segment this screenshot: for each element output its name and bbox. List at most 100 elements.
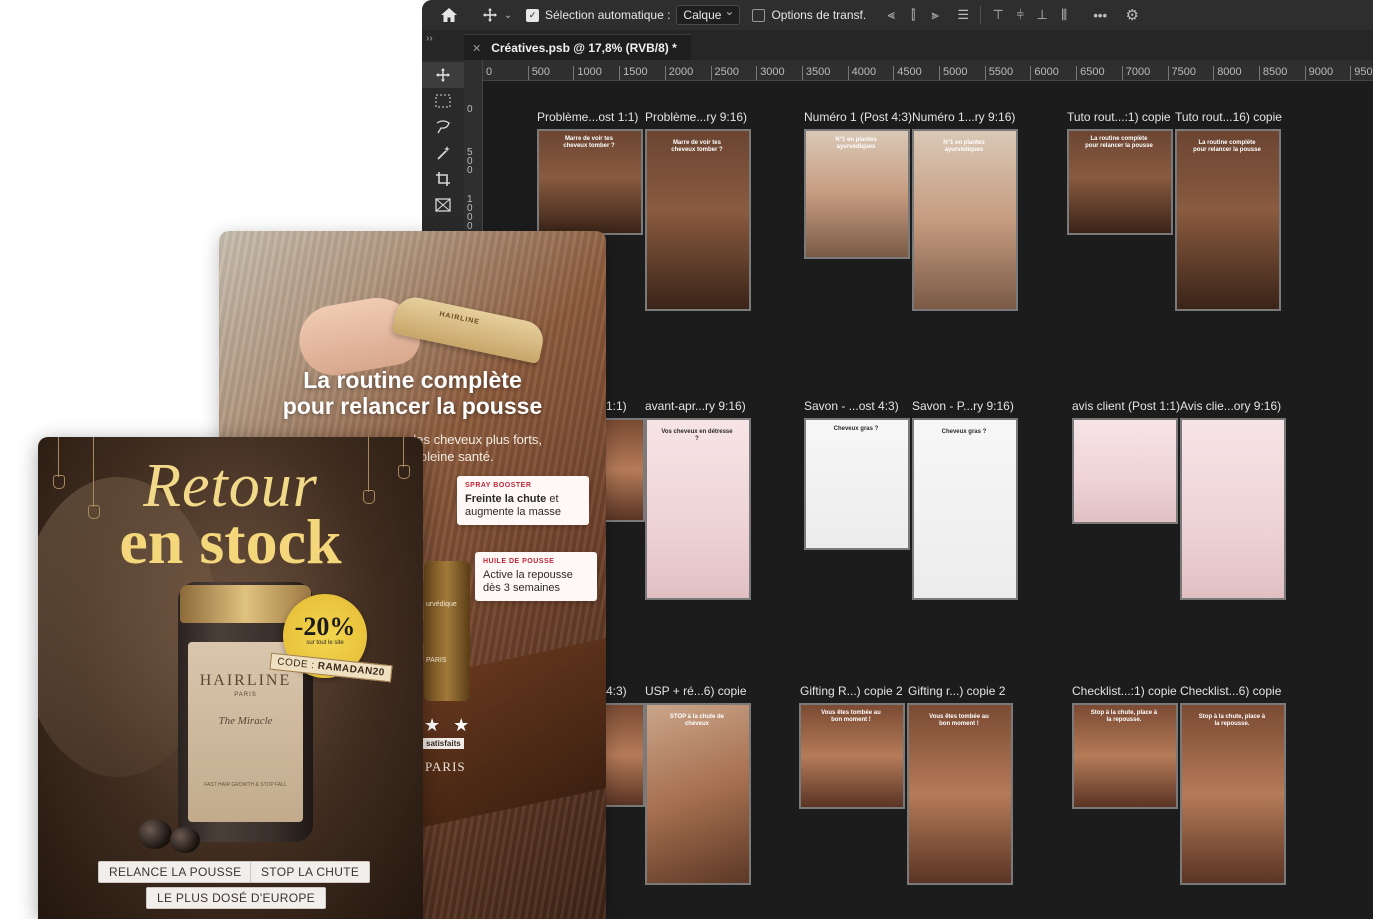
align-bottom-icon[interactable]: ⊥ — [1031, 7, 1053, 23]
artboard-headline: Stop à la chute, place à la repousse. — [1198, 713, 1266, 727]
artboard-thumbnail[interactable] — [1072, 418, 1178, 524]
artboard-thumbnail[interactable]: La routine complète pour relancer la pou… — [1067, 129, 1173, 235]
artboard-thumbnail[interactable] — [603, 703, 645, 807]
artboard-label[interactable]: Numéro 1 (Post 4:3) — [804, 110, 912, 124]
align-top-icon[interactable]: ⊤ — [987, 7, 1009, 23]
ruler-tick: 8500 — [1258, 66, 1287, 80]
artboard-thumbnail[interactable]: Vous êtes tombée au bon moment ! — [907, 703, 1013, 885]
close-icon[interactable]: ✕ — [472, 42, 481, 55]
spray-booster-kicker: SPRAY BOOSTER — [465, 482, 532, 489]
artboard-thumbnail[interactable]: N°1 en plantes ayurvédiques — [912, 129, 1018, 311]
artboard-label[interactable]: Savon - ...ost 4:3) — [804, 399, 899, 413]
artboard-label-partial[interactable]: 4:3) — [606, 684, 627, 698]
jar-city: PARIS — [234, 692, 257, 698]
artboard-thumbnail[interactable] — [1180, 418, 1286, 600]
move-tool[interactable] — [422, 62, 464, 88]
options-bar: ⌄ ✓ Sélection automatique : Calque Optio… — [422, 0, 1373, 30]
artboard-thumbnail[interactable]: Stop à la chute, place à la repousse. — [1072, 703, 1178, 809]
artboard-thumbnail[interactable] — [603, 418, 645, 522]
frame-tool[interactable] — [422, 192, 464, 218]
ruler-tick: 0 — [467, 104, 473, 115]
artboard-label[interactable]: Checklist...6) copie — [1180, 684, 1281, 698]
distribute-v-icon[interactable]: ⫼ — [1053, 7, 1075, 23]
ruler-tick: 2000 — [664, 66, 693, 80]
move-tool-preset[interactable]: ⌄ — [476, 0, 518, 30]
artboard-label[interactable]: Problème...ost 1:1) — [537, 110, 638, 124]
gear-icon[interactable]: ⚙ — [1121, 6, 1143, 24]
artboard-label[interactable]: Savon - P...ry 9:16) — [912, 399, 1014, 413]
ruler-tick: 8000 — [1213, 66, 1242, 80]
artboard-label[interactable]: Tuto rout...16) copie — [1175, 110, 1282, 124]
artboard-label[interactable]: Problème...ry 9:16) — [645, 110, 747, 124]
artboard-headline: N°1 en plantes ayurvédiques — [943, 139, 985, 153]
artboard-label[interactable]: Avis clie...ory 9:16) — [1180, 399, 1281, 413]
ruler-tick: 7500 — [1167, 66, 1196, 80]
artboard-thumbnail[interactable]: Vous êtes tombée au bon moment ! — [799, 703, 905, 809]
artboard-thumbnail[interactable]: La routine complète pour relancer la pou… — [1175, 129, 1281, 311]
artboard-thumbnail[interactable]: N°1 en plantes ayurvédiques — [804, 129, 910, 259]
artboard-headline: Vous êtes tombée au bon moment ! — [821, 710, 881, 724]
artboard-label[interactable]: Tuto rout...:1) copie — [1067, 110, 1171, 124]
artboard-label[interactable]: USP + ré...6) copie — [645, 684, 747, 698]
distribute-h-icon[interactable]: ☰ — [952, 7, 974, 23]
routine-subtitle: des cheveux plus forts, n pleine santé. — [409, 431, 599, 465]
artboard-thumbnail[interactable]: STOP à la chute de cheveux — [645, 703, 751, 885]
horizontal-ruler: 0 500 1000 1500 2000 2500 3000 3500 4000 4500 5000… — [482, 60, 1373, 81]
artboard-canvas[interactable]: Problème...ost 1:1) Marre de voir tes che… — [483, 81, 1373, 919]
ruler-tick: 3000 — [756, 66, 785, 80]
align-right-icon[interactable]: ⫸ — [924, 7, 946, 23]
transform-options-toggle[interactable]: Options de transf. — [752, 0, 866, 30]
ruler-tick: 9000 — [1304, 66, 1333, 80]
lasso-tool[interactable] — [422, 114, 464, 140]
artboard-headline: Cheveux gras ? — [833, 426, 879, 433]
transform-options-checkbox[interactable] — [752, 8, 766, 22]
artboard-label[interactable]: Checklist...:1) copie — [1072, 684, 1177, 698]
spray-booster-bold: Freinte la chute — [465, 493, 547, 505]
artboard-thumbnail[interactable]: Marre de voir tes cheveux tomber ? — [645, 129, 751, 311]
jar-fine-print: FAST HAIR GROWTH & STOP FALL — [204, 782, 287, 788]
home-button[interactable] — [422, 0, 476, 30]
rating-stars: ★ ★ — [424, 715, 474, 735]
more-options-button[interactable]: ••• — [1089, 8, 1111, 23]
gummy-image — [170, 827, 200, 853]
artboard-label[interactable]: avant-apr...ry 9:16) — [645, 399, 746, 413]
layer-select[interactable]: Calque — [676, 4, 741, 25]
artboard-label-partial[interactable]: 1:1) — [606, 399, 627, 413]
panel-collapse-icon[interactable]: ›› — [426, 33, 433, 44]
growth-oil-badge: HUILE DE POUSSE Active la repousse dès 3 … — [475, 552, 597, 601]
routine-title-line2: pour relancer la pousse — [282, 393, 543, 419]
align-left-icon[interactable]: ⫷ — [880, 7, 902, 23]
magic-wand-tool[interactable] — [422, 140, 464, 166]
pill-relance-pousse: RELANCE LA POUSSE — [98, 861, 253, 883]
artboard-thumbnail[interactable]: Marre de voir tes cheveux tomber ? — [537, 129, 643, 235]
ruler-tick: 500 — [527, 66, 550, 80]
align-center-h-icon[interactable]: ⫿ — [902, 7, 924, 23]
brand-paris: PARIS — [425, 759, 466, 774]
growth-oil-line2: dès 3 semaines — [483, 582, 561, 594]
align-middle-v-icon[interactable]: ⫩ — [1009, 7, 1031, 23]
ruler-tick: 3500 — [801, 66, 830, 80]
artboard-thumbnail[interactable]: Cheveux gras ? — [804, 418, 910, 550]
artboard-thumbnail[interactable]: Cheveux gras ? — [912, 418, 1018, 600]
artboard-thumbnail[interactable]: Stop à la chute, place à la repousse. — [1180, 703, 1286, 885]
auto-select-checkbox[interactable]: ✓ — [526, 8, 539, 22]
ruler-tick: 4000 — [847, 66, 876, 80]
growth-oil-text: Active la repousse dès 3 semaines — [483, 569, 589, 595]
artboard-thumbnail[interactable]: Vos cheveux en détresse ? — [645, 418, 751, 600]
ruler-tick: 4500 — [893, 66, 922, 80]
ruler-tick: 7000 — [1121, 66, 1150, 80]
ruler-tick: 0 — [482, 66, 492, 80]
document-tab[interactable]: ✕ Créatives.psb @ 17,8% (RVB/8) * — [464, 34, 691, 61]
magic-wand-icon — [437, 146, 450, 160]
artboard-label[interactable]: Gifting R...) copie 2 — [800, 684, 903, 698]
frame-icon — [435, 198, 451, 212]
home-icon — [441, 8, 457, 22]
auto-select-toggle[interactable]: ✓ Sélection automatique : — [526, 0, 670, 30]
artboard-label[interactable]: avis client (Post 1:1) — [1072, 399, 1180, 413]
artboard-label[interactable]: Numéro 1...ry 9:16) — [912, 110, 1015, 124]
toolbar-divider — [980, 6, 982, 24]
marquee-tool[interactable] — [422, 88, 464, 114]
ruler-tick: 1500 — [619, 66, 648, 80]
artboard-label[interactable]: Gifting r...) copie 2 — [908, 684, 1005, 698]
crop-tool[interactable] — [422, 166, 464, 192]
